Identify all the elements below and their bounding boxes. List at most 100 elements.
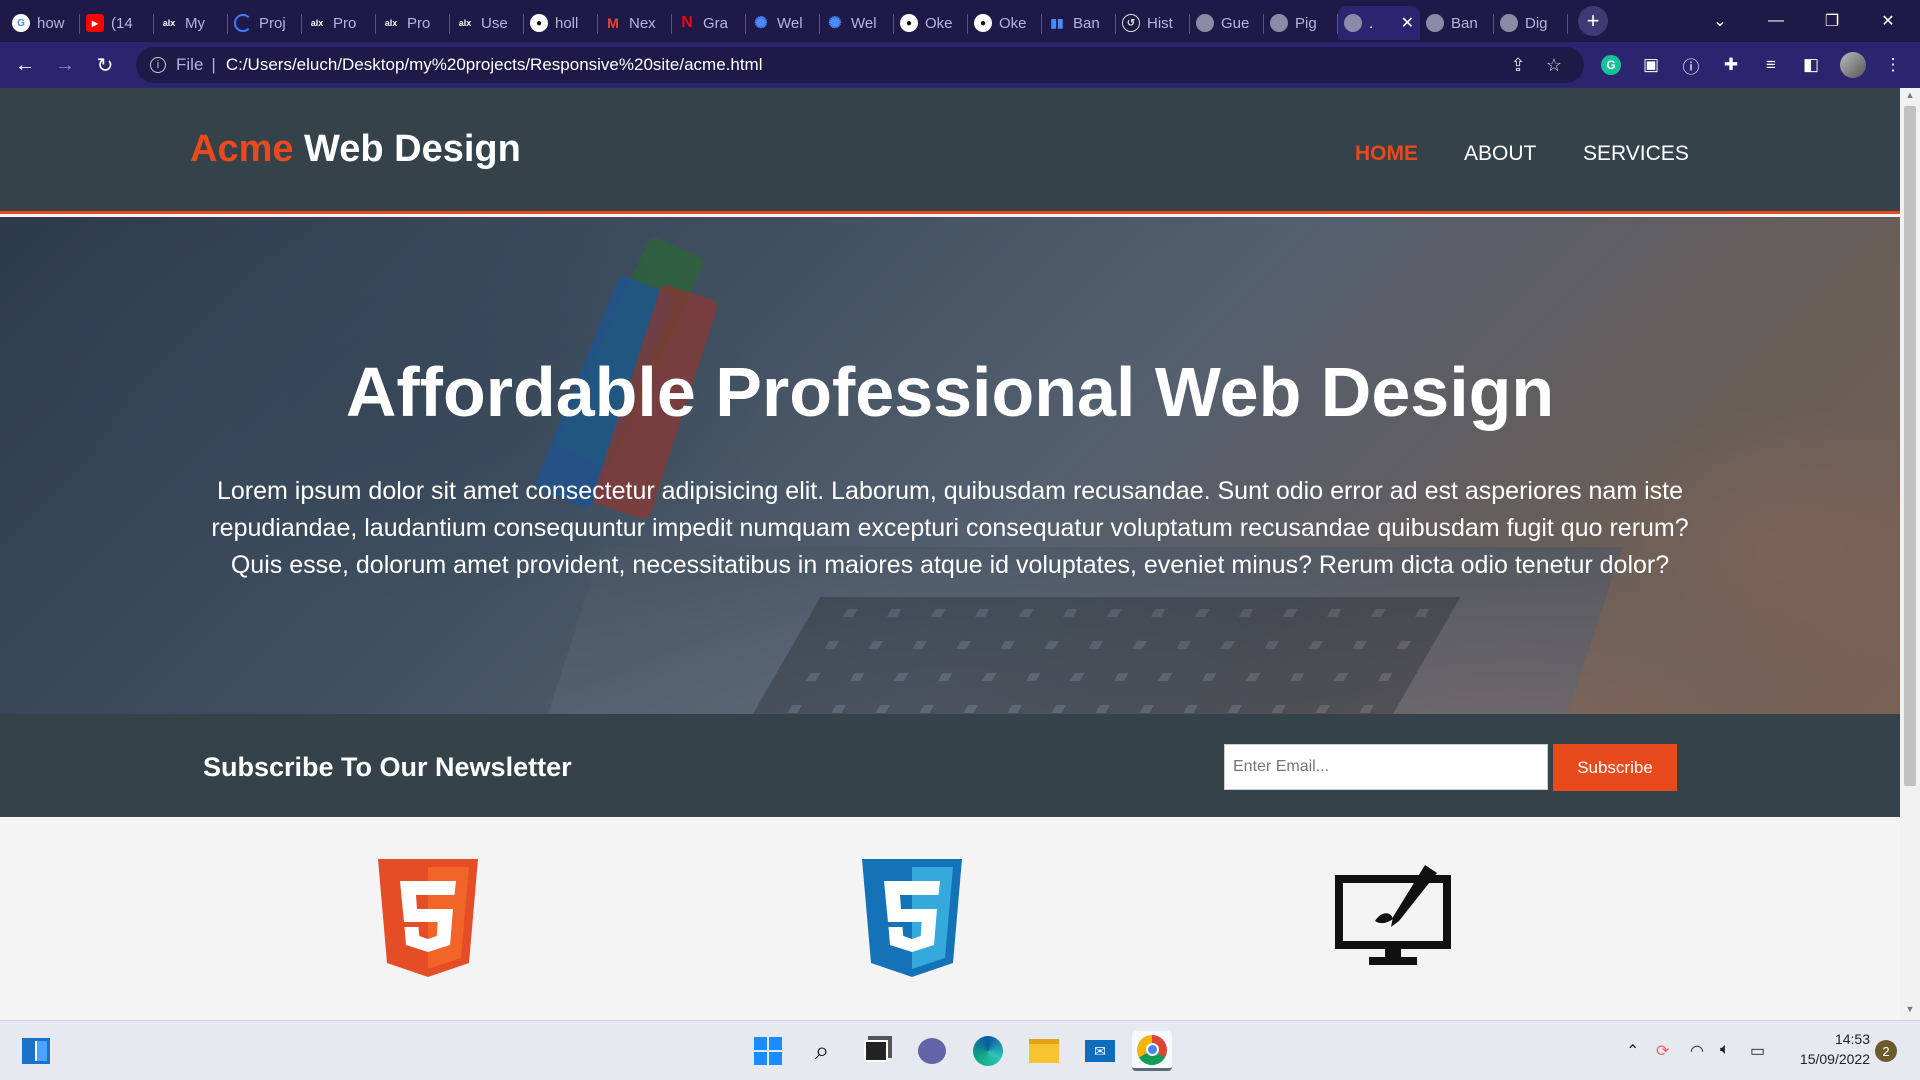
site-logo[interactable]: Acme Web Design bbox=[190, 128, 521, 171]
tab-label: Pig bbox=[1295, 14, 1317, 32]
screen-capture-icon[interactable]: ▣ bbox=[1638, 52, 1664, 78]
mail-icon[interactable]: ✉ bbox=[1080, 1031, 1120, 1071]
browser-tab[interactable]: alx Use bbox=[450, 6, 524, 40]
start-windows-icon[interactable] bbox=[748, 1031, 788, 1071]
vertical-scrollbar[interactable]: ▲ ▼ bbox=[1900, 88, 1920, 1020]
browser-tab[interactable]: ✺ Wel bbox=[820, 6, 894, 40]
nav-services[interactable]: SERVICES bbox=[1583, 142, 1689, 166]
subscribe-button[interactable]: Subscribe bbox=[1553, 744, 1677, 791]
browser-tab[interactable]: Proj bbox=[228, 6, 302, 40]
tab-label: Oke bbox=[925, 14, 953, 32]
globe-icon bbox=[1270, 14, 1288, 32]
alx-icon: alx bbox=[162, 18, 176, 28]
sync-icon[interactable]: ⟳ bbox=[1656, 1041, 1669, 1061]
new-tab-button[interactable]: + bbox=[1578, 6, 1608, 36]
browser-tab[interactable]: G how bbox=[6, 6, 80, 40]
wifi-icon[interactable]: ◠ bbox=[1690, 1041, 1704, 1061]
browser-tab-active[interactable]: . ✕ bbox=[1338, 6, 1420, 40]
github-icon: ● bbox=[974, 14, 992, 32]
github-icon: ● bbox=[530, 14, 548, 32]
share-icon[interactable]: ⇪ bbox=[1506, 53, 1530, 77]
menu-kebab-icon[interactable]: ⋮ bbox=[1880, 52, 1906, 78]
github-icon: ● bbox=[900, 14, 918, 32]
tab-label: (14 bbox=[111, 14, 133, 32]
url-separator: | bbox=[211, 55, 216, 74]
reading-list-icon[interactable]: ≡ bbox=[1758, 52, 1784, 78]
hero-text: Lorem ipsum dolor sit amet consectetur a… bbox=[211, 477, 1689, 579]
extensions-puzzle-icon[interactable]: ✚ bbox=[1718, 52, 1744, 78]
browser-tab[interactable]: ● Oke bbox=[894, 6, 968, 40]
edge-browser-icon[interactable] bbox=[968, 1031, 1008, 1071]
reload-icon[interactable]: ↻ bbox=[85, 45, 125, 85]
back-icon[interactable]: ← bbox=[5, 45, 45, 85]
tab-label: Pro bbox=[407, 14, 431, 32]
tab-label: Gra bbox=[703, 14, 729, 32]
tab-label: holl bbox=[555, 14, 579, 32]
browser-tab[interactable]: ● Oke bbox=[968, 6, 1042, 40]
hero-title: Affordable Professional Web Design bbox=[345, 353, 1555, 431]
battery-icon[interactable]: ▭ bbox=[1750, 1041, 1765, 1061]
browser-tab[interactable]: ▶ (14 bbox=[80, 6, 154, 40]
features-section bbox=[0, 817, 1900, 1020]
widgets-icon[interactable] bbox=[16, 1031, 56, 1071]
browser-tab[interactable]: ● holl bbox=[524, 6, 598, 40]
browser-tab[interactable]: alx Pro bbox=[376, 6, 450, 40]
browser-tab[interactable]: Dig bbox=[1494, 6, 1568, 40]
gear-icon: ✺ bbox=[754, 15, 768, 32]
scrollbar-thumb[interactable] bbox=[1904, 106, 1916, 786]
info-icon[interactable]: i bbox=[150, 57, 166, 73]
volume-icon[interactable]: 🔈︎ bbox=[1720, 1041, 1730, 1059]
nav-home[interactable]: HOME bbox=[1355, 142, 1418, 166]
tab-label: Pro bbox=[333, 14, 357, 32]
system-clock[interactable]: 14:53 15/09/2022 bbox=[1790, 1029, 1870, 1069]
scroll-down-icon[interactable]: ▼ bbox=[1904, 1004, 1916, 1016]
alx-icon: alx bbox=[384, 18, 398, 28]
browser-tab[interactable]: N Gra bbox=[672, 6, 746, 40]
browser-tab[interactable]: M Nex bbox=[598, 6, 672, 40]
scroll-up-icon[interactable]: ▲ bbox=[1904, 90, 1916, 102]
chat-icon[interactable] bbox=[912, 1031, 952, 1071]
browser-tab[interactable]: Ban bbox=[1420, 6, 1494, 40]
tab-search-icon[interactable]: ⌄ bbox=[1692, 0, 1748, 42]
grammarly-icon[interactable]: G bbox=[1598, 52, 1624, 78]
browser-tab[interactable]: ▮▮ Ban bbox=[1042, 6, 1116, 40]
chrome-icon[interactable] bbox=[1132, 1031, 1172, 1071]
restore-icon[interactable]: ❐ bbox=[1804, 0, 1860, 42]
browser-tab[interactable]: ↺ Hist bbox=[1116, 6, 1190, 40]
tab-label: Use bbox=[481, 14, 508, 32]
side-panel-icon[interactable]: ◧ bbox=[1798, 52, 1824, 78]
page-viewport: Acme Web Design HOME ABOUT SERVICES Affo… bbox=[0, 88, 1900, 1020]
tab-label: Hist bbox=[1147, 14, 1173, 32]
tab-label: Proj bbox=[259, 14, 286, 32]
progress-icon bbox=[234, 14, 252, 32]
profile-avatar[interactable] bbox=[1840, 52, 1866, 78]
address-bar[interactable]: i File | C:/Users/eluch/Desktop/my%20pro… bbox=[136, 47, 1584, 83]
close-icon[interactable]: ✕ bbox=[1401, 13, 1414, 33]
design-monitor-icon bbox=[1335, 865, 1451, 965]
download-icon[interactable]: ⓘ bbox=[1678, 52, 1704, 78]
browser-tab[interactable]: Gue bbox=[1190, 6, 1264, 40]
browser-tab[interactable]: alx Pro bbox=[302, 6, 376, 40]
forward-icon[interactable]: → bbox=[45, 45, 85, 85]
tab-label: Dig bbox=[1525, 14, 1548, 32]
gear-icon: ✺ bbox=[828, 15, 842, 32]
hero-overlay bbox=[0, 217, 1900, 714]
search-icon[interactable]: ⌕ bbox=[802, 1031, 842, 1071]
show-hidden-icons-icon[interactable]: ⌃ bbox=[1626, 1041, 1639, 1061]
taskbar: ⌕ ✉ ⌃ ⟳ ◠ 🔈︎ ▭ 14:53 15/09/2022 2 bbox=[0, 1020, 1920, 1080]
logo-text: Web Design bbox=[293, 128, 521, 170]
browser-tab[interactable]: ✺ Wel bbox=[746, 6, 820, 40]
bookmark-star-icon[interactable]: ☆ bbox=[1542, 53, 1566, 77]
minimize-icon[interactable]: — bbox=[1748, 0, 1804, 42]
browser-tab[interactable]: Pig bbox=[1264, 6, 1338, 40]
nav-about[interactable]: ABOUT bbox=[1464, 142, 1536, 166]
tab-label: . bbox=[1369, 14, 1374, 32]
task-view-icon[interactable] bbox=[856, 1031, 896, 1071]
bar-icon: ▮▮ bbox=[1050, 16, 1064, 30]
email-field[interactable] bbox=[1224, 744, 1548, 790]
file-explorer-icon[interactable] bbox=[1024, 1031, 1064, 1071]
browser-tab[interactable]: alx My bbox=[154, 6, 228, 40]
close-window-icon[interactable]: ✕ bbox=[1860, 0, 1916, 42]
notification-badge[interactable]: 2 bbox=[1875, 1040, 1897, 1062]
globe-icon bbox=[1196, 14, 1214, 32]
